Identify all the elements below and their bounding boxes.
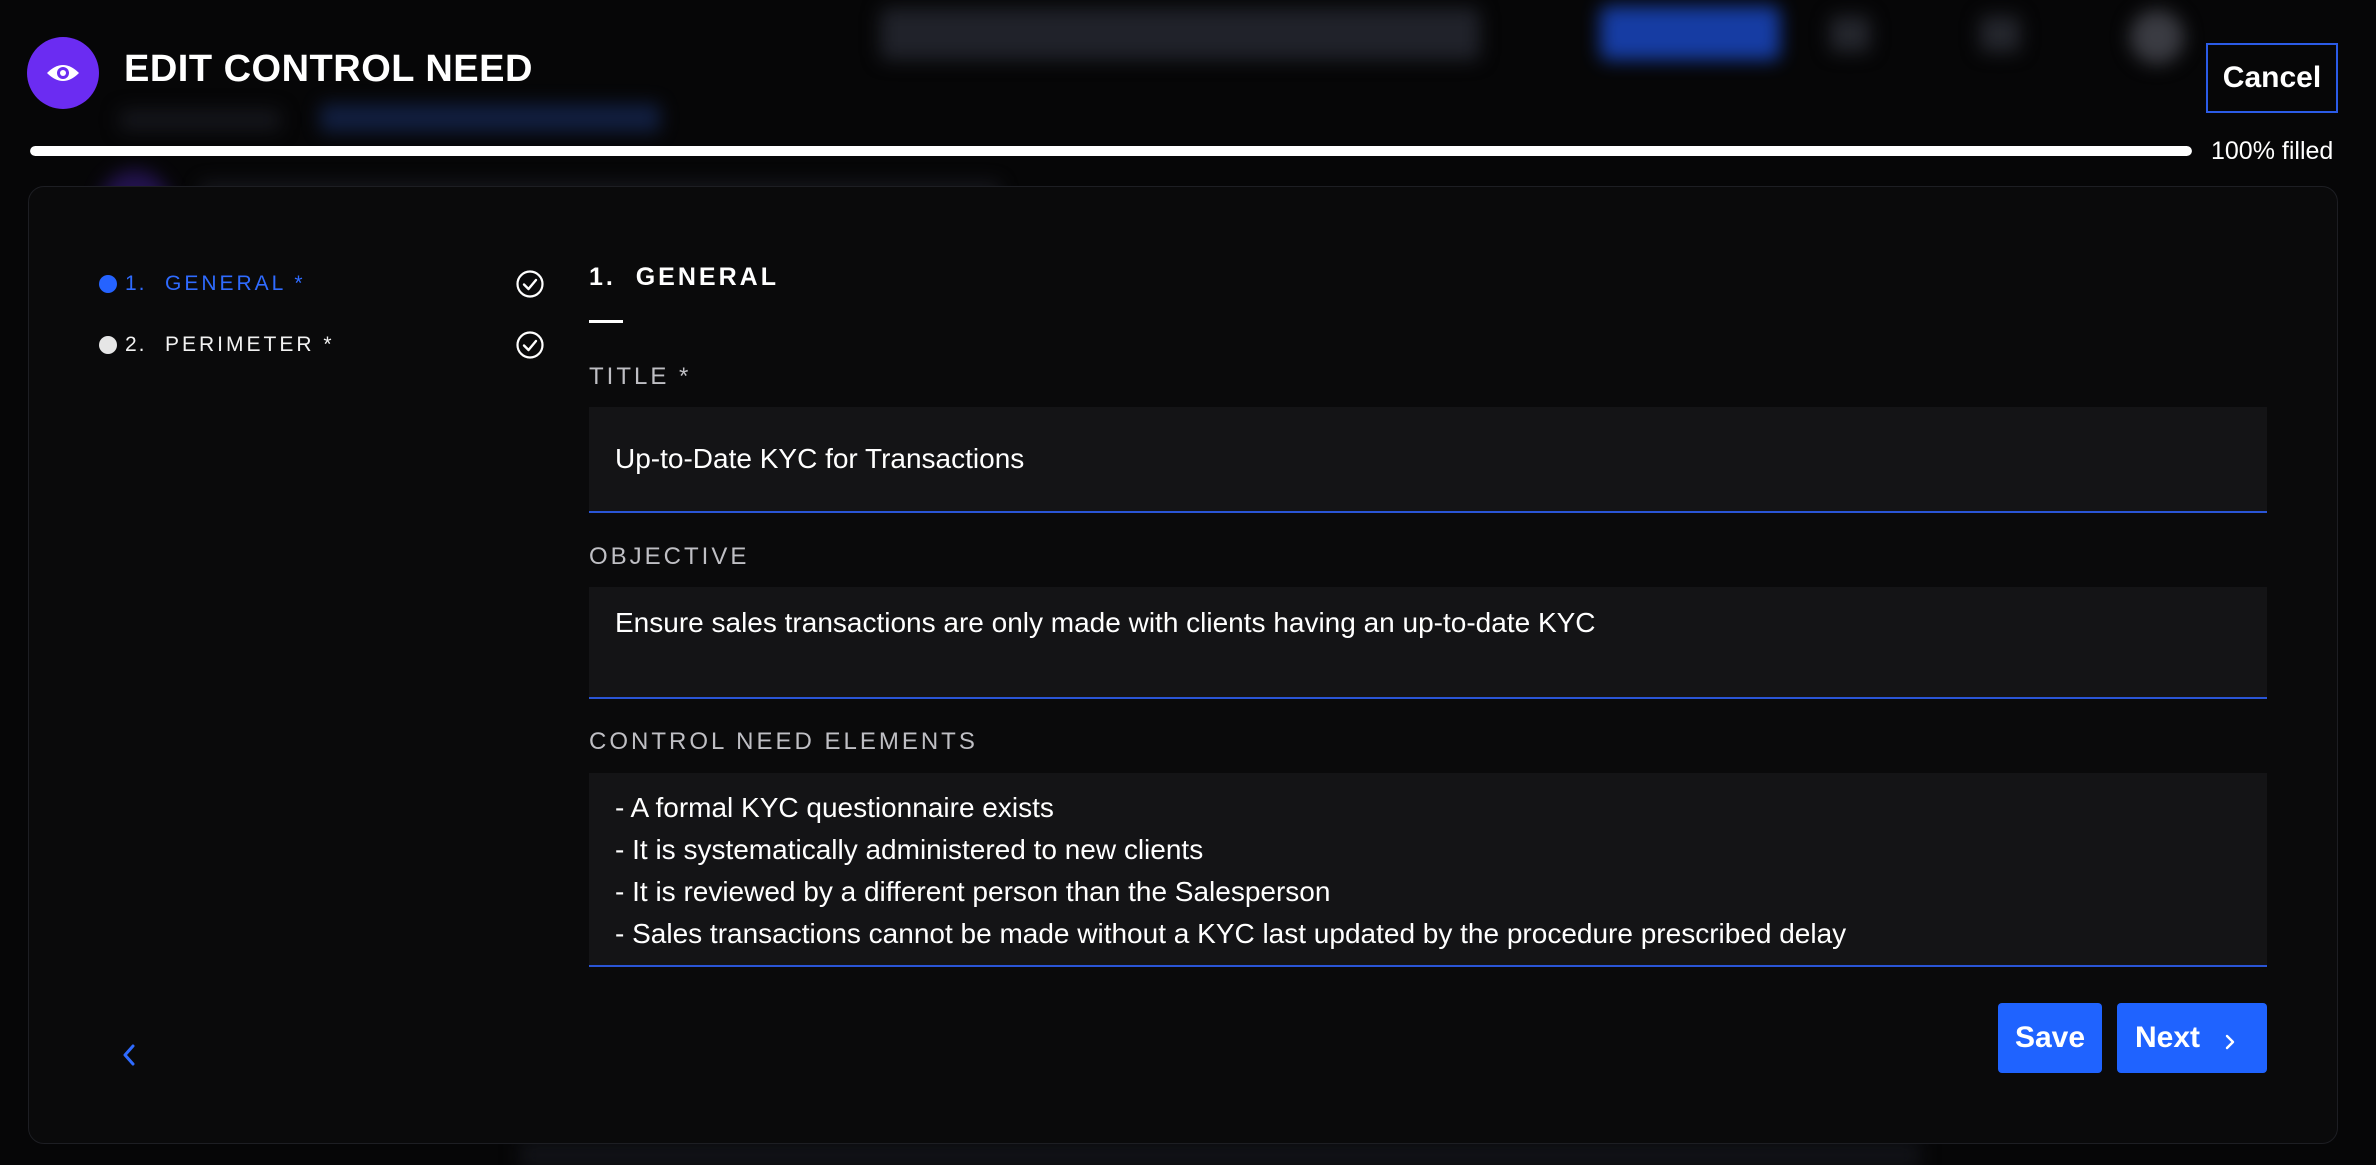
next-button[interactable]: Next xyxy=(2117,1003,2267,1073)
title-value: Up-to-Date KYC for Transactions xyxy=(615,443,1025,474)
chevron-left-icon xyxy=(119,1042,139,1073)
back-button[interactable] xyxy=(109,1037,149,1077)
objective-label: OBJECTIVE xyxy=(589,543,750,570)
save-button[interactable]: Save xyxy=(1998,1003,2102,1073)
progress-fill xyxy=(30,146,2192,156)
step-label: PERIMETER * xyxy=(165,333,335,356)
step-number: 1. xyxy=(125,272,147,295)
form-panel: 1. GENERAL * 2. PERIMETER * 1. GENERAL T… xyxy=(28,186,2338,1144)
check-circle-icon xyxy=(515,269,545,304)
element-line: - Sales transactions cannot be made with… xyxy=(615,918,1847,949)
title-field[interactable]: Up-to-Date KYC for Transactions xyxy=(589,407,2267,513)
step-general[interactable]: 1. GENERAL * xyxy=(99,267,559,301)
control-need-elements-label: CONTROL NEED ELEMENTS xyxy=(589,728,978,755)
step-perimeter[interactable]: 2. PERIMETER * xyxy=(99,328,559,362)
progress-bar xyxy=(30,146,2192,156)
section-title: 1. GENERAL xyxy=(589,263,779,291)
element-line: - It is systematically administered to n… xyxy=(615,834,1204,865)
cancel-button[interactable]: Cancel xyxy=(2206,43,2338,113)
element-line: - It is reviewed by a different person t… xyxy=(615,876,1331,907)
objective-field[interactable]: Ensure sales transactions are only made … xyxy=(589,587,2267,699)
step-label: GENERAL * xyxy=(165,272,306,295)
title-label: TITLE * xyxy=(589,363,692,390)
objective-value: Ensure sales transactions are only made … xyxy=(615,607,1596,638)
page-title: EDIT CONTROL NEED xyxy=(124,48,533,90)
progress-label: 100% filled xyxy=(2211,137,2334,165)
element-line: - A formal KYC questionnaire exists xyxy=(615,792,1054,823)
section-underline xyxy=(589,320,623,323)
chevron-right-icon xyxy=(2223,1027,2237,1061)
check-circle-icon xyxy=(515,330,545,365)
step-dot xyxy=(99,336,117,354)
eye-icon xyxy=(27,37,99,109)
step-active-dot xyxy=(99,275,117,293)
next-label: Next xyxy=(2135,1021,2201,1054)
step-number: 2. xyxy=(125,333,147,356)
control-need-elements-field[interactable]: - A formal KYC questionnaire exists - It… xyxy=(589,773,2267,967)
